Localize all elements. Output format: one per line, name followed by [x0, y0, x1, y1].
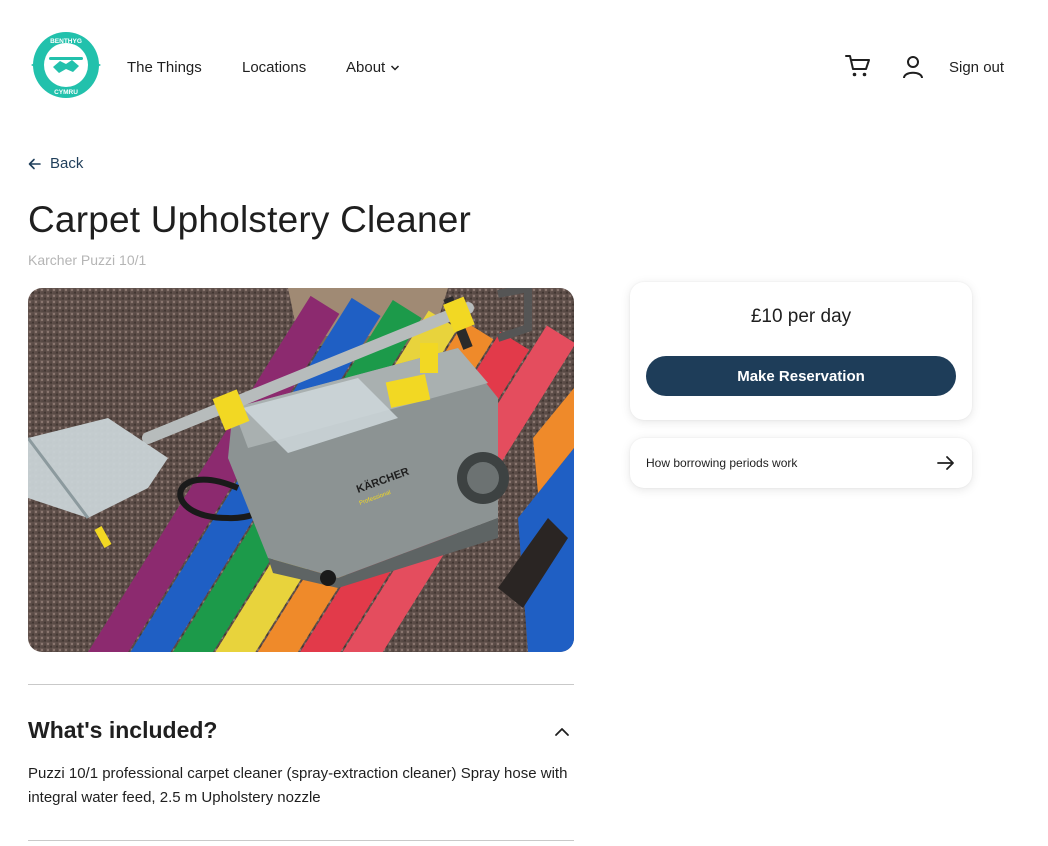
borrowing-periods-label: How borrowing periods work [646, 456, 798, 470]
back-label: Back [50, 155, 84, 172]
arrow-right-icon [937, 456, 954, 470]
whats-included-toggle[interactable]: What's included? [28, 712, 574, 752]
user-icon[interactable] [902, 55, 924, 79]
divider [28, 684, 574, 685]
page: BENTHYG CYMRU The Things Locations About [0, 0, 1048, 846]
cart-icon[interactable] [845, 54, 871, 78]
arrow-left-icon [28, 158, 41, 169]
site-logo[interactable]: BENTHYG CYMRU [29, 31, 103, 99]
sign-out-link[interactable]: Sign out [949, 59, 1004, 77]
nav-about-label: About [346, 59, 386, 76]
chevron-down-icon [391, 65, 400, 71]
svg-text:BENTHYG: BENTHYG [50, 38, 82, 45]
price-per-day: £10 per day [750, 306, 852, 327]
product-model: Karcher Puzzi 10/1 [28, 252, 147, 268]
product-photo: KÄRCHER Professional [28, 288, 574, 652]
site-header: BENTHYG CYMRU The Things Locations About [0, 0, 1048, 130]
whats-included-heading: What's included? [28, 717, 218, 743]
chevron-up-icon [555, 728, 569, 736]
back-link[interactable]: Back [28, 155, 83, 172]
reservation-card: £10 per day Make Reservation [630, 282, 972, 420]
page-title: Carpet Upholstery Cleaner [28, 199, 472, 240]
svg-text:CYMRU: CYMRU [54, 89, 78, 96]
nav-the-things[interactable]: The Things [127, 59, 202, 77]
nav-locations[interactable]: Locations [242, 59, 306, 77]
divider [28, 840, 574, 841]
make-reservation-button[interactable]: Make Reservation [646, 356, 956, 396]
whats-included-description: Puzzi 10/1 professional carpet cleaner (… [28, 765, 568, 806]
nav-about[interactable]: About [346, 59, 400, 77]
borrowing-periods-link[interactable]: How borrowing periods work [630, 438, 972, 488]
